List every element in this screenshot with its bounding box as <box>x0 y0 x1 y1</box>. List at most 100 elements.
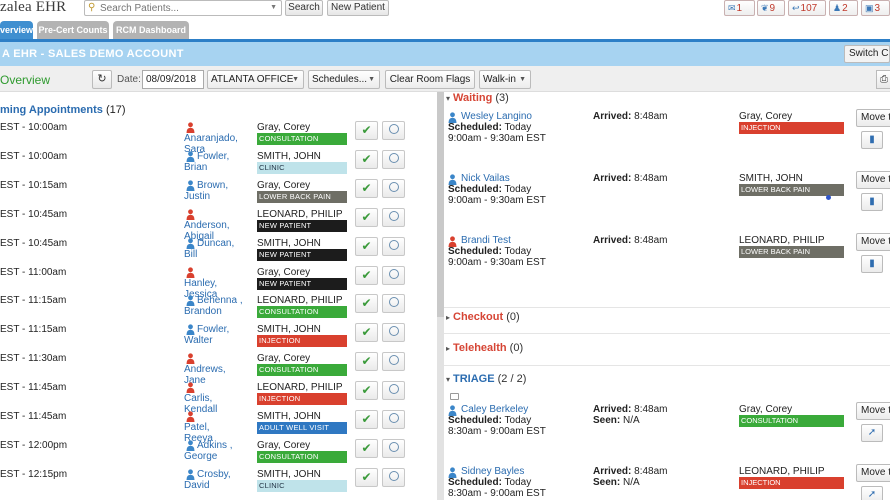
checkout-section-header[interactable]: ▸ Checkout (0) <box>446 311 520 323</box>
switch-account-button[interactable]: Switch C <box>844 45 890 63</box>
clear-room-flags-button[interactable]: Clear Room Flags <box>385 70 475 89</box>
patient-name[interactable]: Nick Vailas <box>461 173 510 184</box>
patient-name[interactable]: Wesley Langino <box>461 111 532 122</box>
messages-badge[interactable]: ↩107 <box>788 0 826 16</box>
appointment-row[interactable]: EST - 10:00am Anaranjado, Sara Gray, Corey C… <box>0 121 420 155</box>
appointment-row[interactable]: EST - 11:30am Andrews, Jane Gray, Corey CONS… <box>0 352 420 386</box>
patient-last-name[interactable]: Hanley, <box>184 278 217 289</box>
reschedule-button[interactable] <box>382 410 405 429</box>
patient-last-name[interactable]: Behenna , <box>197 295 243 306</box>
reschedule-button[interactable] <box>382 207 405 227</box>
waiting-section-header[interactable]: ▾ Waiting (3) <box>446 92 509 104</box>
move-to-button[interactable]: Move t <box>856 171 890 189</box>
tasks-badge[interactable]: ❦9 <box>757 0 785 16</box>
reschedule-button[interactable] <box>382 323 405 343</box>
reschedule-button[interactable] <box>382 381 405 401</box>
waiting-entry[interactable]: Nick Vailas Scheduled: Today 9:00am - 9:30… <box>446 171 890 231</box>
appointment-row[interactable]: EST - 12:15pm Crosby, David SMITH, JOHN CLIN… <box>0 467 420 498</box>
appointment-row[interactable]: EST - 10:00am Fowler, Brian SMITH, JOHN CLIN… <box>0 149 420 180</box>
patient-last-name[interactable]: Patel, <box>184 422 210 433</box>
waiting-entry[interactable]: Wesley Langino Scheduled: Today 9:00am - 9… <box>446 109 890 169</box>
chevron-down-icon[interactable]: ▼ <box>270 4 277 11</box>
patient-first-name[interactable]: Justin <box>184 191 210 202</box>
patient-last-name[interactable]: Fowler, <box>197 324 229 335</box>
patient-last-name[interactable]: Anderson, <box>184 220 230 231</box>
new-patient-button[interactable]: New Patient <box>327 0 389 16</box>
checkout-action-button[interactable]: ▮ <box>861 193 883 211</box>
patient-last-name[interactable]: Andrews, <box>184 364 226 375</box>
check-in-button[interactable]: ✔ <box>355 121 378 140</box>
inbox-badge[interactable]: ✉1 <box>724 0 755 16</box>
print-button[interactable]: ⎙ <box>876 70 890 89</box>
walk-in-button[interactable]: Walk-in ▼ <box>479 70 531 89</box>
check-in-button[interactable]: ✔ <box>355 207 378 227</box>
move-to-button[interactable]: Move t <box>856 109 890 127</box>
move-to-button[interactable]: Move t <box>856 402 890 420</box>
appointment-row[interactable]: EST - 11:15am Behenna , Brandon LEONARD, PH… <box>0 294 420 324</box>
appointment-row[interactable]: EST - 11:45am Patel, Reeya SMITH, JOHN ADULT… <box>0 410 420 444</box>
reschedule-button[interactable] <box>382 149 405 169</box>
patient-first-name[interactable]: George <box>184 451 217 462</box>
check-in-button[interactable]: ✔ <box>355 323 378 343</box>
checkout-action-button[interactable]: ▮ <box>861 131 883 149</box>
move-to-button[interactable]: Move t <box>856 464 890 482</box>
reschedule-button[interactable] <box>382 236 405 256</box>
move-to-button[interactable]: Move t <box>856 233 890 251</box>
patient-last-name[interactable]: Adkins , <box>197 440 233 451</box>
appointment-row[interactable]: EST - 11:15am Fowler, Walter SMITH, JOHN INJ… <box>0 323 420 353</box>
check-in-button[interactable]: ✔ <box>355 467 378 487</box>
appointment-row[interactable]: EST - 10:15am Brown, Justin Gray, Corey LOWE… <box>0 178 420 209</box>
patient-last-name[interactable]: Brown, <box>197 180 228 191</box>
check-in-button[interactable]: ✔ <box>355 410 378 429</box>
triage-entry[interactable]: Caley Berkeley Scheduled: Today 8:30am - 9… <box>446 402 890 462</box>
waiting-entry[interactable]: Brandi Test Scheduled: Today 9:00am - 9:30… <box>446 233 890 293</box>
office-select[interactable]: ATLANTA OFFICE ▼ <box>207 70 304 89</box>
refresh-button[interactable]: ↻ <box>92 70 112 89</box>
reschedule-button[interactable] <box>382 294 405 314</box>
message-icon[interactable] <box>450 393 459 400</box>
telehealth-section-header[interactable]: ▸ Telehealth (0) <box>446 342 523 354</box>
search-input[interactable] <box>100 2 260 15</box>
triage-section-header[interactable]: ▾ TRIAGE (2 / 2) <box>446 373 526 385</box>
reschedule-button[interactable] <box>382 178 405 198</box>
check-in-button[interactable]: ✔ <box>355 236 378 256</box>
portal-badge[interactable]: ▣3 <box>861 0 890 16</box>
checkout-action-button[interactable]: ▮ <box>861 255 883 273</box>
date-field[interactable]: 08/09/2018 <box>142 70 204 89</box>
appointment-row[interactable]: EST - 10:45am Anderson, Abigail LEONARD, PH… <box>0 207 420 242</box>
tab-rcm-dashboard[interactable]: RCM Dashboard <box>113 21 189 39</box>
patient-search[interactable]: ⚲ ▼ <box>84 0 282 16</box>
patient-last-name[interactable]: Crosby, <box>197 469 231 480</box>
patient-first-name[interactable]: Brandon <box>184 306 222 317</box>
scrollbar-thumb[interactable] <box>437 92 444 317</box>
patient-last-name[interactable]: Carlis, <box>184 393 212 404</box>
tab-overview[interactable]: verview <box>0 21 33 39</box>
room-action-button[interactable]: ➚ <box>861 486 883 500</box>
room-action-button[interactable]: ➚ <box>861 424 883 442</box>
reschedule-button[interactable] <box>382 265 405 285</box>
check-in-button[interactable]: ✔ <box>355 265 378 285</box>
appointment-row[interactable]: EST - 12:00pm Adkins , George Gray, Corey CO… <box>0 438 420 469</box>
search-button[interactable]: Search <box>285 0 323 16</box>
patient-first-name[interactable]: Walter <box>184 335 213 346</box>
reschedule-button[interactable] <box>382 467 405 487</box>
triage-entry[interactable]: Sidney Bayles Scheduled: Today 8:30am - 9:… <box>446 464 890 500</box>
schedules-select[interactable]: Schedules... ▼ <box>308 70 380 89</box>
patients-badge[interactable]: ♟2 <box>829 0 858 16</box>
check-in-button[interactable]: ✔ <box>355 294 378 314</box>
reschedule-button[interactable] <box>382 438 405 458</box>
check-in-button[interactable]: ✔ <box>355 178 378 198</box>
patient-first-name[interactable]: Bill <box>184 249 197 260</box>
reschedule-button[interactable] <box>382 121 405 140</box>
patient-last-name[interactable]: Anaranjado, <box>184 133 238 144</box>
check-in-button[interactable]: ✔ <box>355 352 378 372</box>
patient-first-name[interactable]: Brian <box>184 162 207 173</box>
patient-last-name[interactable]: Duncan, <box>197 238 234 249</box>
patient-name[interactable]: Brandi Test <box>461 235 511 246</box>
check-in-button[interactable]: ✔ <box>355 149 378 169</box>
appointment-row[interactable]: EST - 10:45am Duncan, Bill SMITH, JOHN NEW P… <box>0 236 420 267</box>
appointment-row[interactable]: EST - 11:00am Hanley, Jessica Gray, Corey NE… <box>0 265 420 300</box>
patient-name[interactable]: Sidney Bayles <box>461 466 524 477</box>
reschedule-button[interactable] <box>382 352 405 372</box>
check-in-button[interactable]: ✔ <box>355 438 378 458</box>
